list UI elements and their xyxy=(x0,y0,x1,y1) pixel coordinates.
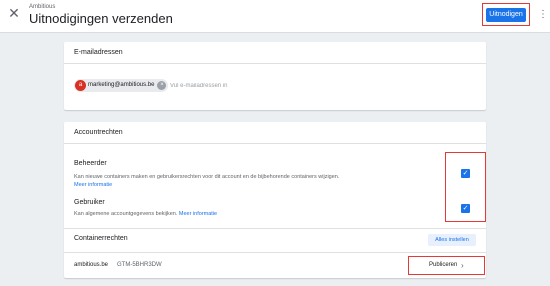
account-subtitle: Ambitious xyxy=(29,4,56,10)
container-id: GTM-5BHR3DW xyxy=(117,262,162,268)
role-admin-link-row: Meer informatie xyxy=(74,181,112,189)
role-admin-description: Kan nieuwe containers maken en gebruiker… xyxy=(74,173,339,181)
divider xyxy=(64,228,486,229)
remove-chip-icon[interactable]: × xyxy=(157,81,167,90)
email-section-heading: E-mailadressen xyxy=(64,42,486,64)
account-rights-card: Accountrechten Beheerder Kan nieuwe cont… xyxy=(64,122,486,278)
role-user-title: Gebruiker xyxy=(74,199,105,206)
container-name: ambitious.be xyxy=(74,262,109,268)
chip-avatar: a xyxy=(75,80,86,91)
set-all-button[interactable]: Alles instellen xyxy=(428,234,476,246)
role-user-checkbox[interactable]: ✓ xyxy=(461,204,470,213)
invite-button[interactable]: Uitnodigen xyxy=(486,8,526,22)
role-admin-checkbox[interactable]: ✓ xyxy=(461,169,470,178)
role-admin-description-text: Kan nieuwe containers maken en gebruiker… xyxy=(74,174,340,180)
container-rights-label: Containerrechten xyxy=(74,235,128,242)
email-chip: a marketing@ambitious.be × xyxy=(74,79,169,92)
more-vert-icon[interactable]: ⋮ xyxy=(538,8,548,22)
role-admin-title: Beheerder xyxy=(74,160,107,167)
top-bar: ✕ Ambitious Uitnodigingen verzenden Uitn… xyxy=(0,0,550,33)
permission-label: Publiceren xyxy=(429,262,458,268)
divider xyxy=(64,252,486,253)
permission-select[interactable]: Publiceren › xyxy=(417,260,469,271)
chevron-right-icon: › xyxy=(461,261,464,270)
page-title: Uitnodigingen verzenden xyxy=(29,11,173,26)
role-admin-more-info-link[interactable]: Meer informatie xyxy=(74,182,112,188)
close-icon[interactable]: ✕ xyxy=(7,6,21,20)
email-input[interactable] xyxy=(170,80,370,91)
role-user-description: Kan algemene accountgegevens bekijken. M… xyxy=(74,210,217,218)
chip-email: marketing@ambitious.be xyxy=(88,82,155,88)
email-card: E-mailadressen a marketing@ambitious.be … xyxy=(64,42,486,110)
role-user-description-text: Kan algemene accountgegevens bekijken. xyxy=(74,211,178,217)
role-user-more-info-link[interactable]: Meer informatie xyxy=(179,211,217,217)
rights-section-heading: Accountrechten xyxy=(64,122,486,144)
